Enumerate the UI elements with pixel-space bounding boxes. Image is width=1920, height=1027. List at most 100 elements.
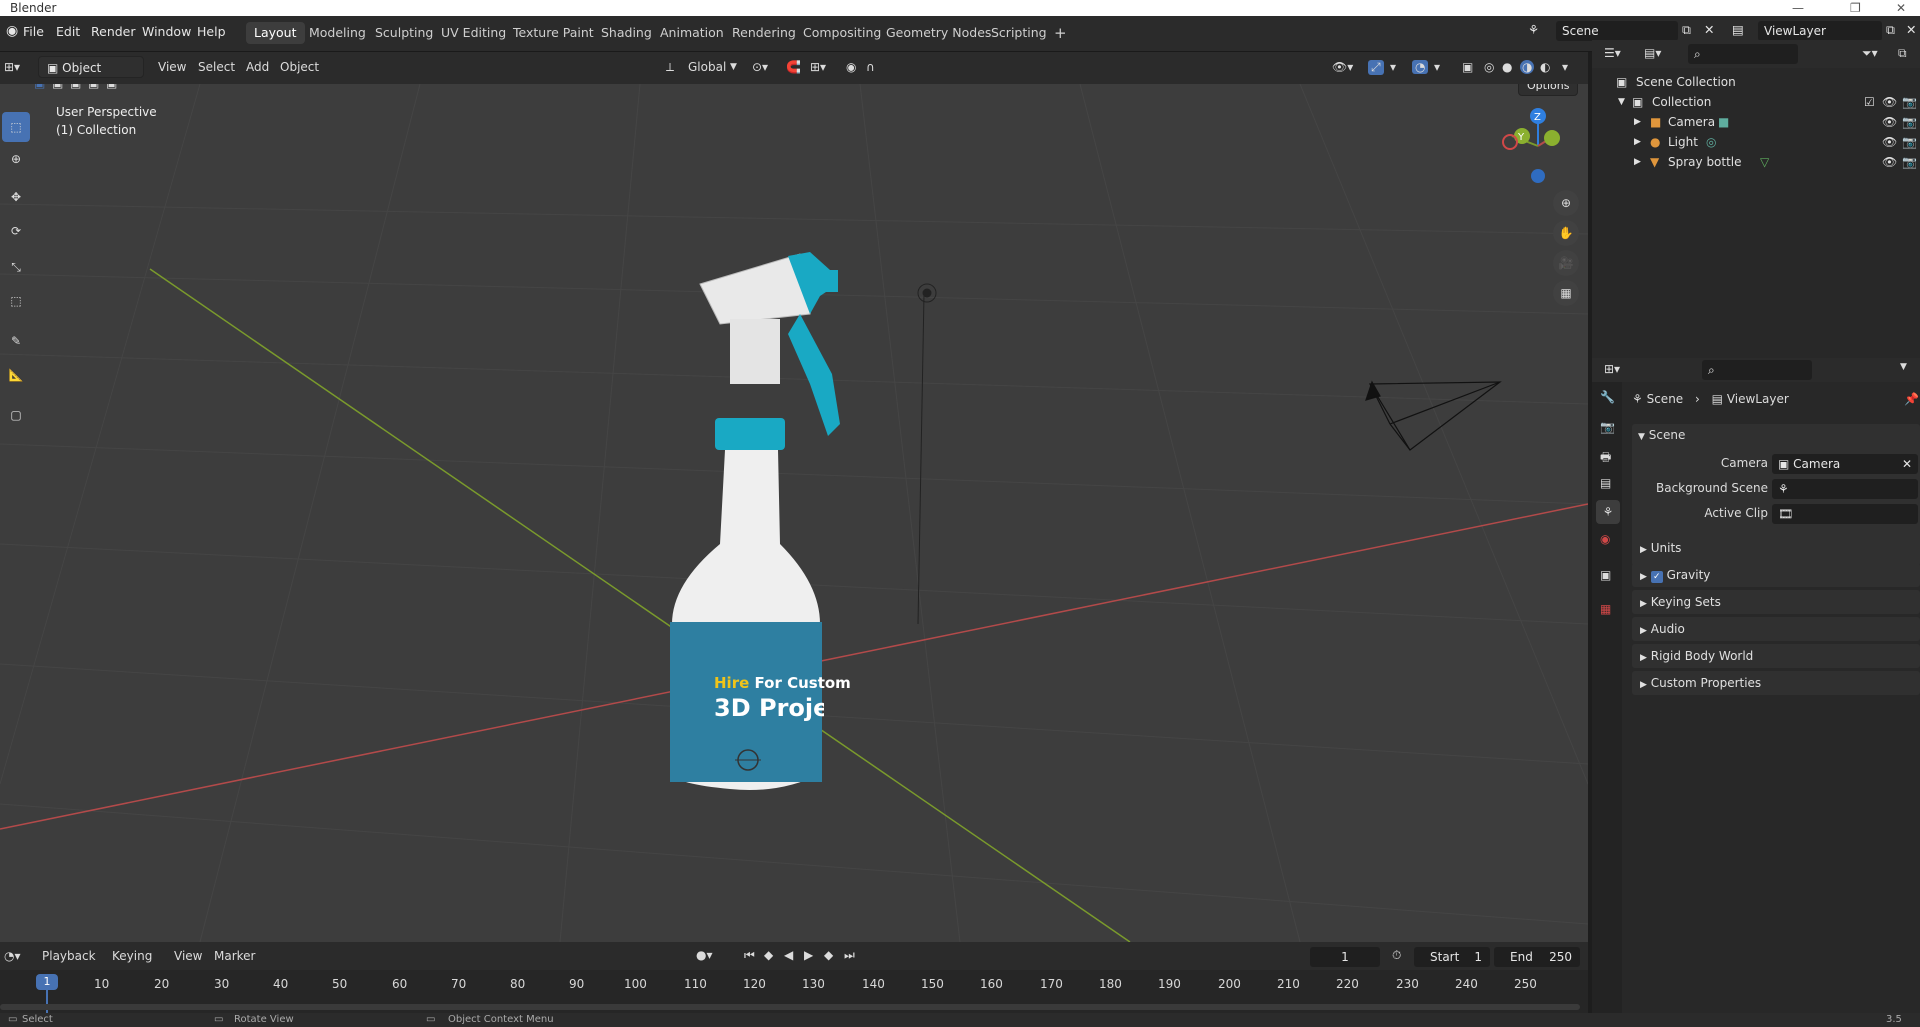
clear-icon[interactable]: ✕ bbox=[1902, 454, 1912, 474]
filter-icon[interactable]: ⏷▾ bbox=[1862, 46, 1878, 61]
texture-tab-icon[interactable]: ▦ bbox=[1600, 602, 1611, 616]
timeline-scrollbar[interactable] bbox=[0, 1004, 1580, 1010]
viewport-menu-select[interactable]: Select bbox=[198, 60, 235, 74]
overlay-toggle-icon[interactable]: ◔ bbox=[1412, 60, 1429, 74]
scale-icon[interactable]: ⤡ bbox=[2, 252, 30, 282]
tab-compositing[interactable]: Compositing bbox=[795, 22, 889, 44]
xray-icon[interactable]: ▣ bbox=[1462, 60, 1473, 74]
move-icon[interactable]: ✥ bbox=[2, 182, 30, 212]
outliner-row-camera[interactable]: ▶ ■ Camera ■ 👁 📷 bbox=[1592, 112, 1920, 132]
background-scene-field[interactable]: ⚘ bbox=[1772, 479, 1918, 499]
chevron-right-icon[interactable]: ▶ bbox=[1634, 152, 1641, 172]
snap-target-icon[interactable]: ⊞▾ bbox=[810, 60, 826, 74]
panel-keying-sets[interactable]: ▶ Keying Sets bbox=[1632, 590, 1920, 614]
display-mode-icon[interactable]: ▤▾ bbox=[1644, 46, 1661, 60]
new-scene-icon[interactable]: ⧉ bbox=[1682, 22, 1691, 38]
annotate-icon[interactable]: ✎ bbox=[2, 326, 30, 356]
play-icon[interactable]: ▶ bbox=[804, 948, 813, 962]
render-tab-icon[interactable]: 📷 bbox=[1600, 420, 1615, 434]
outliner-row-collection[interactable]: ▼ ▣ Collection ☑ 👁 📷 bbox=[1592, 92, 1920, 112]
object-mode-dropdown[interactable]: ▣ Object Mode ▼ bbox=[38, 56, 144, 97]
delete-viewlayer-icon[interactable]: ✕ bbox=[1906, 22, 1916, 37]
render-camera-icon[interactable]: 📷 bbox=[1902, 152, 1917, 172]
measure-icon[interactable]: 📐 bbox=[2, 360, 30, 390]
eye-icon[interactable]: 👁 bbox=[1882, 92, 1897, 112]
chevron-right-icon[interactable]: ▶ bbox=[1634, 112, 1641, 132]
navigation-gizmo[interactable]: Z Y bbox=[1498, 106, 1578, 186]
shading-solid-icon[interactable]: ● bbox=[1502, 60, 1512, 74]
pin-icon[interactable]: 📌 bbox=[1904, 392, 1919, 406]
tab-shading[interactable]: Shading bbox=[593, 22, 660, 44]
panel-audio[interactable]: ▶ Audio bbox=[1632, 617, 1920, 641]
visibility-icon[interactable]: 👁▾ bbox=[1332, 60, 1353, 74]
tool-tab-icon[interactable]: 🔧 bbox=[1600, 390, 1615, 404]
camera-field[interactable]: ▣ Camera ✕ bbox=[1772, 454, 1918, 474]
select-intersect-icon[interactable]: ▣ bbox=[106, 84, 117, 90]
light-data-icon[interactable]: ◎ bbox=[1706, 132, 1716, 152]
snap-icon[interactable]: 🧲 bbox=[786, 60, 801, 74]
tab-animation[interactable]: Animation bbox=[652, 22, 732, 44]
camera-data-icon[interactable]: ■ bbox=[1718, 112, 1729, 132]
properties-editor-icon[interactable]: ⊞▾ bbox=[1604, 362, 1620, 376]
perspective-toggle-icon[interactable]: ▦ bbox=[1553, 280, 1579, 306]
menu-render[interactable]: Render bbox=[91, 24, 136, 39]
menu-help[interactable]: Help bbox=[197, 24, 226, 39]
scene-tab-icon[interactable]: ⚘ bbox=[1596, 500, 1620, 524]
select-extend-icon[interactable]: ▣ bbox=[52, 84, 63, 90]
pivot-point-icon[interactable]: ⊙▾ bbox=[752, 60, 768, 74]
outliner-row-spray-bottle[interactable]: ▶ ▼ Spray bottle ▽ 👁 📷 bbox=[1592, 152, 1920, 172]
eye-icon[interactable]: 👁 bbox=[1882, 112, 1897, 132]
render-camera-icon[interactable]: 📷 bbox=[1902, 112, 1917, 132]
shading-material-icon[interactable]: ◑ bbox=[1520, 60, 1535, 74]
collection-tab-icon[interactable]: ▣ bbox=[1600, 568, 1611, 582]
scene-icon[interactable]: ⚘ bbox=[1528, 22, 1539, 37]
tab-sculpting[interactable]: Sculpting bbox=[367, 22, 441, 44]
active-clip-field[interactable]: 🎞 bbox=[1772, 504, 1918, 524]
gizmo-toggle-icon[interactable]: ⤢ bbox=[1368, 60, 1384, 75]
restore-icon[interactable]: ❐ bbox=[1850, 0, 1861, 16]
timeline-menu-marker[interactable]: Marker bbox=[214, 949, 255, 963]
select-box-icon[interactable]: ⬚ bbox=[2, 112, 30, 142]
properties-search-input[interactable]: ⌕ bbox=[1702, 360, 1812, 380]
add-workspace-icon[interactable]: + bbox=[1046, 22, 1075, 44]
blender-logo-icon[interactable]: ◉ bbox=[6, 23, 18, 39]
outliner-search-input[interactable]: ⌕ bbox=[1688, 44, 1798, 64]
tab-scripting[interactable]: Scripting bbox=[983, 22, 1055, 44]
timeline-menu-keying[interactable]: Keying bbox=[112, 949, 152, 963]
mesh-data-icon[interactable]: ▽ bbox=[1760, 152, 1769, 172]
panel-units[interactable]: ▶ Units bbox=[1632, 536, 1920, 560]
current-frame-field[interactable]: 1 bbox=[1310, 947, 1380, 967]
outliner-row-light[interactable]: ▶ ● Light ◎ 👁 📷 bbox=[1592, 132, 1920, 152]
tab-modeling[interactable]: Modeling bbox=[301, 22, 374, 44]
tab-rendering[interactable]: Rendering bbox=[724, 22, 804, 44]
panel-gravity[interactable]: ▶ ✓ Gravity bbox=[1632, 563, 1920, 587]
new-viewlayer-icon[interactable]: ⧉ bbox=[1886, 22, 1895, 38]
tab-geometry-nodes[interactable]: Geometry Nodes bbox=[878, 22, 999, 44]
tab-uv-editing[interactable]: UV Editing bbox=[433, 22, 514, 44]
viewport-menu-add[interactable]: Add bbox=[246, 60, 269, 74]
view-layer-tab-icon[interactable]: ▤ bbox=[1600, 476, 1611, 490]
transform-orientation-dropdown[interactable]: Global bbox=[688, 60, 726, 74]
viewport-menu-view[interactable]: View bbox=[158, 60, 186, 74]
chevron-down-icon[interactable]: ▼ bbox=[1618, 92, 1625, 112]
select-subtract-icon[interactable]: ▣ bbox=[70, 84, 81, 90]
proportional-edit-icon[interactable]: ◉ bbox=[846, 60, 856, 74]
delete-scene-icon[interactable]: ✕ bbox=[1704, 22, 1714, 37]
timeline-menu-view[interactable]: View bbox=[174, 949, 202, 963]
start-frame-field[interactable]: Start 1 bbox=[1414, 947, 1490, 967]
gravity-checkbox[interactable]: ✓ bbox=[1650, 571, 1663, 583]
chevron-down-icon[interactable]: ▼ bbox=[1900, 362, 1907, 372]
editor-type-icon[interactable]: ⊞▾ bbox=[4, 60, 20, 74]
tab-texture-paint[interactable]: Texture Paint bbox=[505, 22, 602, 44]
viewlayer-selector[interactable]: ViewLayer bbox=[1758, 21, 1882, 41]
render-camera-icon[interactable]: 📷 bbox=[1902, 92, 1917, 112]
rotate-icon[interactable]: ⟳ bbox=[2, 216, 30, 246]
tab-layout[interactable]: Layout bbox=[246, 22, 305, 44]
pan-hand-icon[interactable]: ✋ bbox=[1553, 220, 1579, 246]
jump-keyframe-forward-icon[interactable]: ◆ bbox=[824, 948, 833, 962]
end-frame-field[interactable]: End 250 bbox=[1494, 947, 1580, 967]
spray-bottle-object[interactable]: Hire For Custom 3D Project bbox=[660, 204, 890, 794]
select-new-icon[interactable]: ▣ bbox=[34, 84, 45, 90]
falloff-icon[interactable]: ∩ bbox=[866, 60, 875, 74]
outliner-row-scene-collection[interactable]: ▣ Scene Collection bbox=[1592, 72, 1920, 92]
